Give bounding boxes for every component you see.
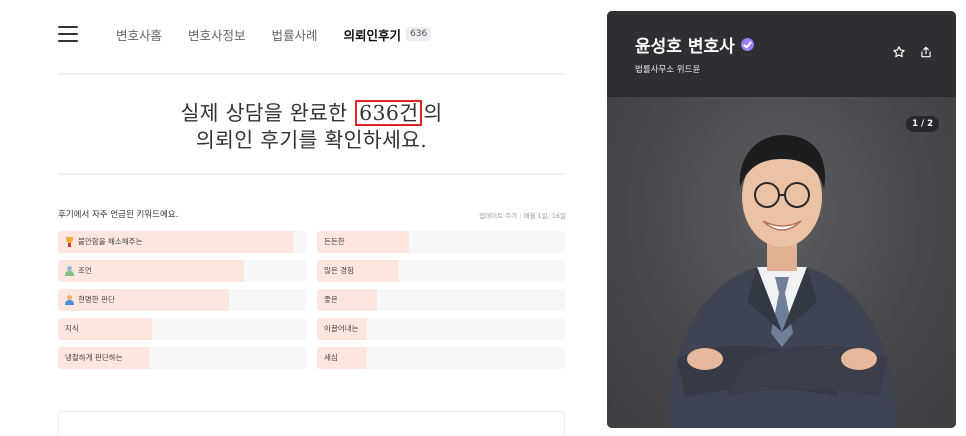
keyword-row: 냉철하게 판단하는 세심 (58, 347, 565, 369)
keyword-label: 좋은 (324, 295, 338, 304)
verified-badge-icon (740, 38, 754, 51)
tab-lawyer-info[interactable]: 변호사정보 (188, 25, 246, 44)
review-section: 변호사홈 변호사정보 법률사례 의뢰인후기 636 실제 상담을 완료한 636… (0, 0, 600, 436)
tab-client-reviews[interactable]: 의뢰인후기 636 (344, 25, 432, 44)
divider (58, 173, 565, 175)
headline-text: 의 (423, 101, 443, 125)
keyword-row: 불안함을 해소해주는 든든한 (58, 231, 565, 253)
lawyer-profile-card: 윤성호 변호사 법률사무소 위드윤 1 / 2 (607, 11, 956, 428)
keyword-label: 냉철하게 판단하는 (65, 353, 123, 362)
divider (58, 73, 565, 75)
keyword-bar-left: 지식 (58, 318, 306, 340)
share-icon[interactable] (919, 45, 933, 59)
menu-icon[interactable] (58, 26, 78, 42)
tab-client-reviews-label: 의뢰인후기 (343, 27, 402, 43)
highlighted-review-count: 636건 (355, 100, 423, 126)
keyword-bar-right: 든든한 (317, 231, 565, 253)
keyword-label-row: 든든한 (324, 231, 345, 253)
keyword-label: 불안함을 해소해주는 (78, 237, 143, 246)
keyword-section-title: 후기에서 자주 언급된 키워드에요. (58, 210, 179, 220)
headline-line-2: 의뢰인 후기를 확인하세요. (195, 128, 428, 152)
headline-text: 실제 상담을 완료한 (180, 101, 355, 125)
headline-line-1: 실제 상담을 완료한 636건 의 (58, 100, 565, 127)
lawyer-photo[interactable]: 1 / 2 (607, 97, 956, 428)
keyword-label: 많은 경험 (324, 266, 354, 275)
review-list-card (58, 411, 565, 436)
keyword-bar-right: 이끌어내는 (317, 318, 565, 340)
profile-header: 윤성호 변호사 법률사무소 위드윤 (607, 11, 956, 97)
keyword-label-row: 세심 (324, 347, 338, 369)
keyword-label-row: 지식 (65, 318, 79, 340)
keyword-label: 이끌어내는 (324, 324, 359, 333)
trophy-gold-icon (65, 237, 74, 247)
review-count-badge: 636 (406, 27, 432, 41)
keyword-label-row: 불안함을 해소해주는 (65, 231, 142, 253)
keyword-bar-right: 많은 경험 (317, 260, 565, 282)
keyword-row: 조언 많은 경험 (58, 260, 565, 282)
keyword-bar-left: 냉철하게 판단하는 (58, 347, 306, 369)
keyword-label-row: 이끌어내는 (324, 318, 359, 340)
person-silver-icon (65, 266, 74, 276)
keyword-label: 지식 (65, 324, 79, 333)
law-firm-name: 법률사무소 위드윤 (635, 65, 701, 75)
tab-lawyer-home[interactable]: 변호사홈 (116, 25, 162, 44)
photo-page-counter: 1 / 2 (906, 116, 939, 132)
keyword-label: 현명한 판단 (78, 295, 115, 304)
keyword-bar-left: 불안함을 해소해주는 (58, 231, 306, 253)
lawyer-portrait-illustration (667, 134, 897, 428)
keyword-label-row: 많은 경험 (324, 260, 354, 282)
keyword-bar-left: 현명한 판단 (58, 289, 306, 311)
keyword-label: 세심 (324, 353, 338, 362)
keyword-label-row: 현명한 판단 (65, 289, 115, 311)
lawyer-name-row: 윤성호 변호사 (635, 32, 754, 57)
keyword-bar-right: 좋은 (317, 289, 565, 311)
keyword-grid: 불안함을 해소해주는 든든한조언 많은 경험현명한 판단 좋은지식 이끌어내는냉철하게 … (58, 231, 565, 376)
keyword-row: 지식 이끌어내는 (58, 318, 565, 340)
lawyer-name: 윤성호 변호사 (635, 37, 735, 57)
keyword-label: 든든한 (324, 237, 345, 246)
keyword-row: 현명한 판단 좋은 (58, 289, 565, 311)
keyword-bar-left: 조언 (58, 260, 306, 282)
review-headline: 실제 상담을 완료한 636건 의 의뢰인 후기를 확인하세요. (58, 100, 565, 154)
keyword-label-row: 냉철하게 판단하는 (65, 347, 123, 369)
star-icon[interactable] (892, 45, 906, 59)
tab-legal-cases[interactable]: 법률사례 (272, 25, 318, 44)
keyword-bar-right: 세심 (317, 347, 565, 369)
keyword-label-row: 조언 (65, 260, 92, 282)
keyword-label-row: 좋은 (324, 289, 338, 311)
profile-tab-nav: 변호사홈 변호사정보 법률사례 의뢰인후기 636 (58, 22, 432, 46)
keyword-update-note: 업데이트 주기 : 매월 1일, 16일 (479, 212, 566, 220)
person-bronze-icon (65, 295, 74, 305)
keyword-label: 조언 (78, 266, 92, 275)
